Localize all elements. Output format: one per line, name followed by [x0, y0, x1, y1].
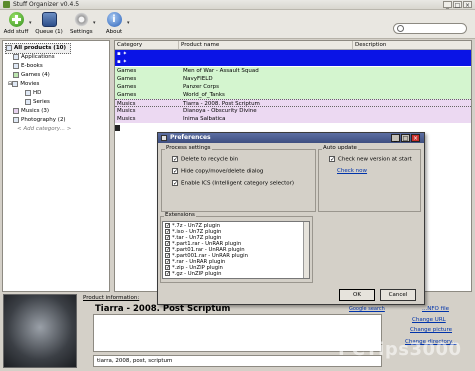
- app-icon: [3, 1, 10, 8]
- add-stuff-label: Add stuff: [3, 29, 29, 35]
- check-version-checkbox[interactable]: ✓ Check new version at start: [329, 156, 412, 163]
- dialog-title: Preferences: [170, 134, 211, 141]
- games-icon: [13, 71, 19, 78]
- settings-button[interactable]: Settings: [70, 12, 93, 35]
- process-settings-group: Process settings ✓ Delete to recycle bin …: [161, 145, 316, 212]
- recycle-bin-checkbox[interactable]: ✓ Delete to recycle bin: [172, 156, 238, 163]
- tree-item-series[interactable]: Series: [25, 98, 50, 107]
- musics-icon: [13, 107, 19, 114]
- product-title: Tiarra - 2008. Post Scriptum: [95, 304, 231, 314]
- title-bar: Stuff Organizer v0.4.5 _ □ ×: [0, 0, 475, 10]
- tree-item-photography[interactable]: Photography (2): [13, 116, 66, 125]
- extensions-label: Extensions: [164, 212, 196, 218]
- dialog-minimize-button[interactable]: _: [391, 134, 400, 142]
- extension-item[interactable]: ✓ *.gz - UnZIP plugin: [165, 271, 221, 277]
- settings-label: Settings: [70, 29, 93, 35]
- table-row[interactable]: Musics Tiarra - 2008. Post Scriptum: [115, 99, 471, 107]
- dialog-close-button[interactable]: ×: [411, 134, 420, 142]
- settings-dropdown-icon[interactable]: ▾: [93, 20, 96, 26]
- extensions-scrollbar[interactable]: [303, 222, 309, 278]
- tree-item-applications[interactable]: Applications: [13, 53, 55, 62]
- table-row[interactable]: [115, 124, 471, 132]
- preferences-dialog: Preferences _ □ × Process settings ✓ Dele…: [157, 132, 425, 305]
- dialog-title-bar: Preferences _ □ ×: [158, 133, 424, 143]
- plus-icon: [8, 12, 24, 27]
- table-header: Category Product name Description: [115, 41, 471, 50]
- add-stuff-button[interactable]: Add stuff: [3, 12, 29, 35]
- search-icon: [397, 25, 404, 32]
- series-icon: [25, 98, 31, 105]
- tree-item-movies[interactable]: ⊟ Movies: [8, 80, 39, 89]
- search-input[interactable]: [393, 23, 467, 34]
- extensions-list[interactable]: ✓ *.7z - Un7Z plugin ✓ *.iso - Un7Z plugin…: [162, 221, 310, 279]
- change-url-link[interactable]: Change URL: [412, 317, 446, 323]
- minimize-button[interactable]: _: [443, 1, 452, 9]
- tree-item-ebooks[interactable]: E-books: [13, 62, 43, 71]
- hd-icon: [25, 89, 31, 96]
- tree-item-add-category[interactable]: < Add category... >: [17, 125, 71, 134]
- cancel-button[interactable]: Cancel: [380, 289, 416, 301]
- tree-item-musics[interactable]: Musics (3): [13, 107, 49, 116]
- cover-thumbnail[interactable]: [3, 294, 77, 368]
- auto-update-label: Auto update: [322, 145, 358, 151]
- table-row[interactable]: ▪ ✦: [115, 50, 471, 58]
- auto-update-group: Auto update ✓ Check new version at start …: [318, 145, 421, 212]
- dialog-maximize-button[interactable]: □: [401, 134, 410, 142]
- tree-item-hd[interactable]: HD: [25, 89, 41, 98]
- ebooks-icon: [13, 62, 19, 69]
- new-row-icon: [115, 125, 120, 131]
- queue-button[interactable]: Queue (1): [35, 12, 63, 35]
- watermark-text: PCTips3000: [338, 339, 462, 360]
- column-header-description[interactable]: Description: [353, 41, 471, 49]
- queue-icon: [41, 12, 57, 27]
- change-picture-link[interactable]: Change picture: [410, 327, 452, 333]
- table-row[interactable]: ▪ ✦: [115, 58, 471, 66]
- column-header-category[interactable]: Category: [115, 41, 179, 49]
- table-row[interactable]: Games Men of War - Assault Squad: [115, 67, 471, 75]
- table-row[interactable]: Games NavyFIELD: [115, 75, 471, 83]
- ok-button[interactable]: OK: [339, 289, 375, 301]
- photography-icon: [13, 116, 19, 123]
- applications-icon: [13, 53, 19, 60]
- about-button[interactable]: i About: [104, 12, 124, 35]
- google-search-link[interactable]: Google search: [349, 306, 385, 312]
- hide-dialog-checkbox[interactable]: ✓ Hide copy/move/delete dialog: [172, 168, 263, 175]
- maximize-button[interactable]: □: [453, 1, 462, 9]
- table-row[interactable]: Musics Inima Salbatica: [115, 115, 471, 123]
- dialog-icon: [161, 135, 167, 141]
- category-tree: All products (10) Applications E-books G…: [2, 40, 110, 292]
- table-row[interactable]: Games World_of_Tanks: [115, 91, 471, 99]
- all-products-icon: [6, 44, 12, 51]
- product-info-label: Product information:: [83, 295, 140, 301]
- close-button[interactable]: ×: [463, 1, 472, 9]
- column-header-product-name[interactable]: Product name: [179, 41, 353, 49]
- tree-item-games[interactable]: Games (4): [13, 71, 50, 80]
- add-stuff-dropdown-icon[interactable]: ▾: [29, 20, 32, 26]
- process-settings-label: Process settings: [165, 145, 212, 151]
- window-title: Stuff Organizer v0.4.5: [13, 1, 80, 8]
- table-row[interactable]: Musics Dianoya - Obscurity Divine: [115, 107, 471, 115]
- info-icon: i: [106, 12, 122, 27]
- ics-checkbox[interactable]: ✓ Enable ICS (Intelligent category select…: [172, 180, 294, 187]
- about-dropdown-icon[interactable]: ▾: [127, 20, 130, 26]
- queue-label: Queue (1): [35, 29, 63, 35]
- gear-icon: [73, 12, 89, 27]
- table-row[interactable]: Games Panzer Corps: [115, 83, 471, 91]
- movies-icon: [12, 80, 19, 87]
- about-label: About: [105, 29, 123, 35]
- nfo-file-link[interactable]: ...NFO file: [422, 306, 449, 312]
- check-now-link[interactable]: Check now: [337, 168, 367, 174]
